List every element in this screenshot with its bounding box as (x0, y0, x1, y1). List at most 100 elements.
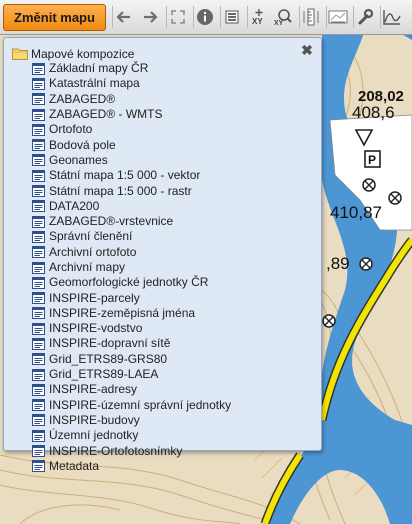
list-item-label: DATA200 (49, 198, 100, 213)
list-item-label: Katastrální mapa (49, 76, 140, 91)
tree-root-map-compositions[interactable]: Mapové kompozice (12, 46, 134, 61)
zoom-xy-icon[interactable]: XY (272, 6, 294, 28)
info-icon[interactable] (193, 6, 215, 28)
list-item[interactable]: Územní jednotky (32, 428, 231, 443)
list-item-label: Státní mapa 1:5 000 - rastr (49, 183, 192, 198)
list-item-label: ZABAGED®-vrstevnice (49, 214, 174, 229)
layer-doc-icon (32, 261, 45, 274)
map-label-elev4: ,89 (326, 254, 350, 273)
coordinates-xy-icon[interactable]: XY (247, 6, 269, 28)
list-item[interactable]: Základní mapy ČR (32, 61, 231, 76)
layer-doc-icon (32, 169, 45, 182)
list-item[interactable]: Archivní mapy (32, 260, 231, 275)
list-item[interactable]: Geonames (32, 153, 231, 168)
layer-doc-icon (32, 123, 45, 136)
map-label-parking: P (368, 153, 376, 167)
list-item-label: INSPIRE-vodstvo (49, 321, 143, 336)
layer-doc-icon (32, 93, 45, 106)
list-item-label: Územní jednotky (49, 428, 139, 443)
fullscreen-icon[interactable] (166, 6, 188, 28)
layer-doc-icon (32, 292, 45, 305)
arrow-left-icon[interactable] (112, 6, 134, 28)
list-item-label: Archivní ortofoto (49, 244, 137, 259)
list-item[interactable]: Archivní ortofoto (32, 245, 231, 260)
layer-doc-icon (32, 460, 45, 473)
list-item[interactable]: Grid_ETRS89-LAEA (32, 367, 231, 382)
list-item[interactable]: INSPIRE-budovy (32, 413, 231, 428)
list-item[interactable]: ZABAGED® (32, 92, 231, 107)
layer-doc-icon (32, 414, 45, 427)
change-map-button[interactable]: Změnit mapu (3, 4, 106, 31)
list-item-label: INSPIRE-Ortofotosnímky (49, 443, 183, 458)
arrow-right-icon[interactable] (139, 6, 161, 28)
svg-text:XY: XY (274, 20, 284, 26)
layer-doc-icon (32, 108, 45, 121)
measure-icon[interactable] (299, 6, 321, 28)
layer-doc-icon (32, 353, 45, 366)
list-item[interactable]: INSPIRE-dopravní sítě (32, 336, 231, 351)
layer-doc-icon (32, 200, 45, 213)
list-item[interactable]: INSPIRE-vodstvo (32, 321, 231, 336)
list-item[interactable]: INSPIRE-parcely (32, 290, 231, 305)
list-item[interactable]: ZABAGED®-vrstevnice (32, 214, 231, 229)
list-item-label: INSPIRE-dopravní sítě (49, 336, 171, 351)
list-item[interactable]: ZABAGED® - WMTS (32, 107, 231, 122)
list-item-label: Ortofoto (49, 122, 93, 137)
list-item-label: INSPIRE-adresy (49, 382, 138, 397)
layer-doc-icon (32, 322, 45, 335)
tree-root-label: Mapové kompozice (31, 46, 135, 61)
list-item-label: Geomorfologické jednotky ČR (49, 275, 209, 290)
list-item[interactable]: DATA200 (32, 199, 231, 214)
list-item[interactable]: Metadata (32, 459, 231, 474)
list-item[interactable]: Státní mapa 1:5 000 - rastr (32, 183, 231, 198)
layer-doc-icon (32, 368, 45, 381)
list-item[interactable]: Bodová pole (32, 137, 231, 152)
list-item-label: ZABAGED® (49, 91, 116, 106)
layer-doc-icon (32, 154, 45, 167)
list-item[interactable]: Katastrální mapa (32, 76, 231, 91)
map-label-elev2: 408,6 (352, 103, 395, 122)
list-item[interactable]: INSPIRE-adresy (32, 382, 231, 397)
list-item[interactable]: Správní členění (32, 229, 231, 244)
layer-doc-icon (32, 276, 45, 289)
wrench-icon[interactable] (353, 6, 375, 28)
map-label-elev3: 410,87 (330, 203, 382, 222)
layer-doc-icon (32, 383, 45, 396)
folder-icon (12, 48, 28, 60)
list-item-label: ZABAGED® - WMTS (49, 107, 163, 122)
print-icon[interactable] (326, 6, 348, 28)
toolbar: Změnit mapu XY XY (0, 0, 412, 35)
layer-doc-icon (32, 246, 45, 259)
list-item-label: Archivní mapy (49, 260, 126, 274)
profile-chart-icon[interactable] (380, 6, 402, 28)
layer-doc-icon (32, 230, 45, 243)
list-item-label: Základní mapy ČR (49, 61, 149, 76)
list-item-label: INSPIRE-územní správní jednotky (49, 397, 232, 412)
layer-doc-icon (32, 77, 45, 90)
list-item-label: INSPIRE-zeměpisná jména (49, 305, 196, 320)
list-item[interactable]: INSPIRE-Ortofotosnímky (32, 443, 231, 458)
close-icon[interactable]: ✖ (300, 43, 314, 57)
list-item-label: INSPIRE-budovy (49, 412, 140, 427)
list-item[interactable]: INSPIRE-zeměpisná jména (32, 306, 231, 321)
layer-doc-icon (32, 429, 45, 442)
list-item[interactable]: Státní mapa 1:5 000 - vektor (32, 168, 231, 183)
layer-doc-icon (32, 399, 45, 412)
layer-doc-icon (32, 307, 45, 320)
layer-doc-icon (32, 215, 45, 228)
layer-doc-icon (32, 337, 45, 350)
list-item-label: Státní mapa 1:5 000 - vektor (49, 168, 201, 183)
list-item[interactable]: Ortofoto (32, 122, 231, 137)
list-item-label: Geonames (49, 152, 108, 167)
composition-list: Základní mapy ČR Katastrální mapa ZABAGED®… (32, 61, 231, 474)
list-icon[interactable] (220, 6, 242, 28)
list-item[interactable]: INSPIRE-územní správní jednotky (32, 398, 231, 413)
list-item-label: Grid_ETRS89-LAEA (49, 367, 159, 382)
list-item[interactable]: Geomorfologické jednotky ČR (32, 275, 231, 290)
layer-doc-icon (32, 185, 45, 198)
map-compositions-panel: ✖ Mapové kompozice Základní mapy ČR Katas… (3, 37, 322, 473)
list-item-label: Grid_ETRS89-GRS80 (49, 351, 168, 366)
list-item-label: Bodová pole (49, 137, 116, 152)
list-item[interactable]: Grid_ETRS89-GRS80 (32, 352, 231, 367)
layer-doc-icon (32, 445, 45, 458)
